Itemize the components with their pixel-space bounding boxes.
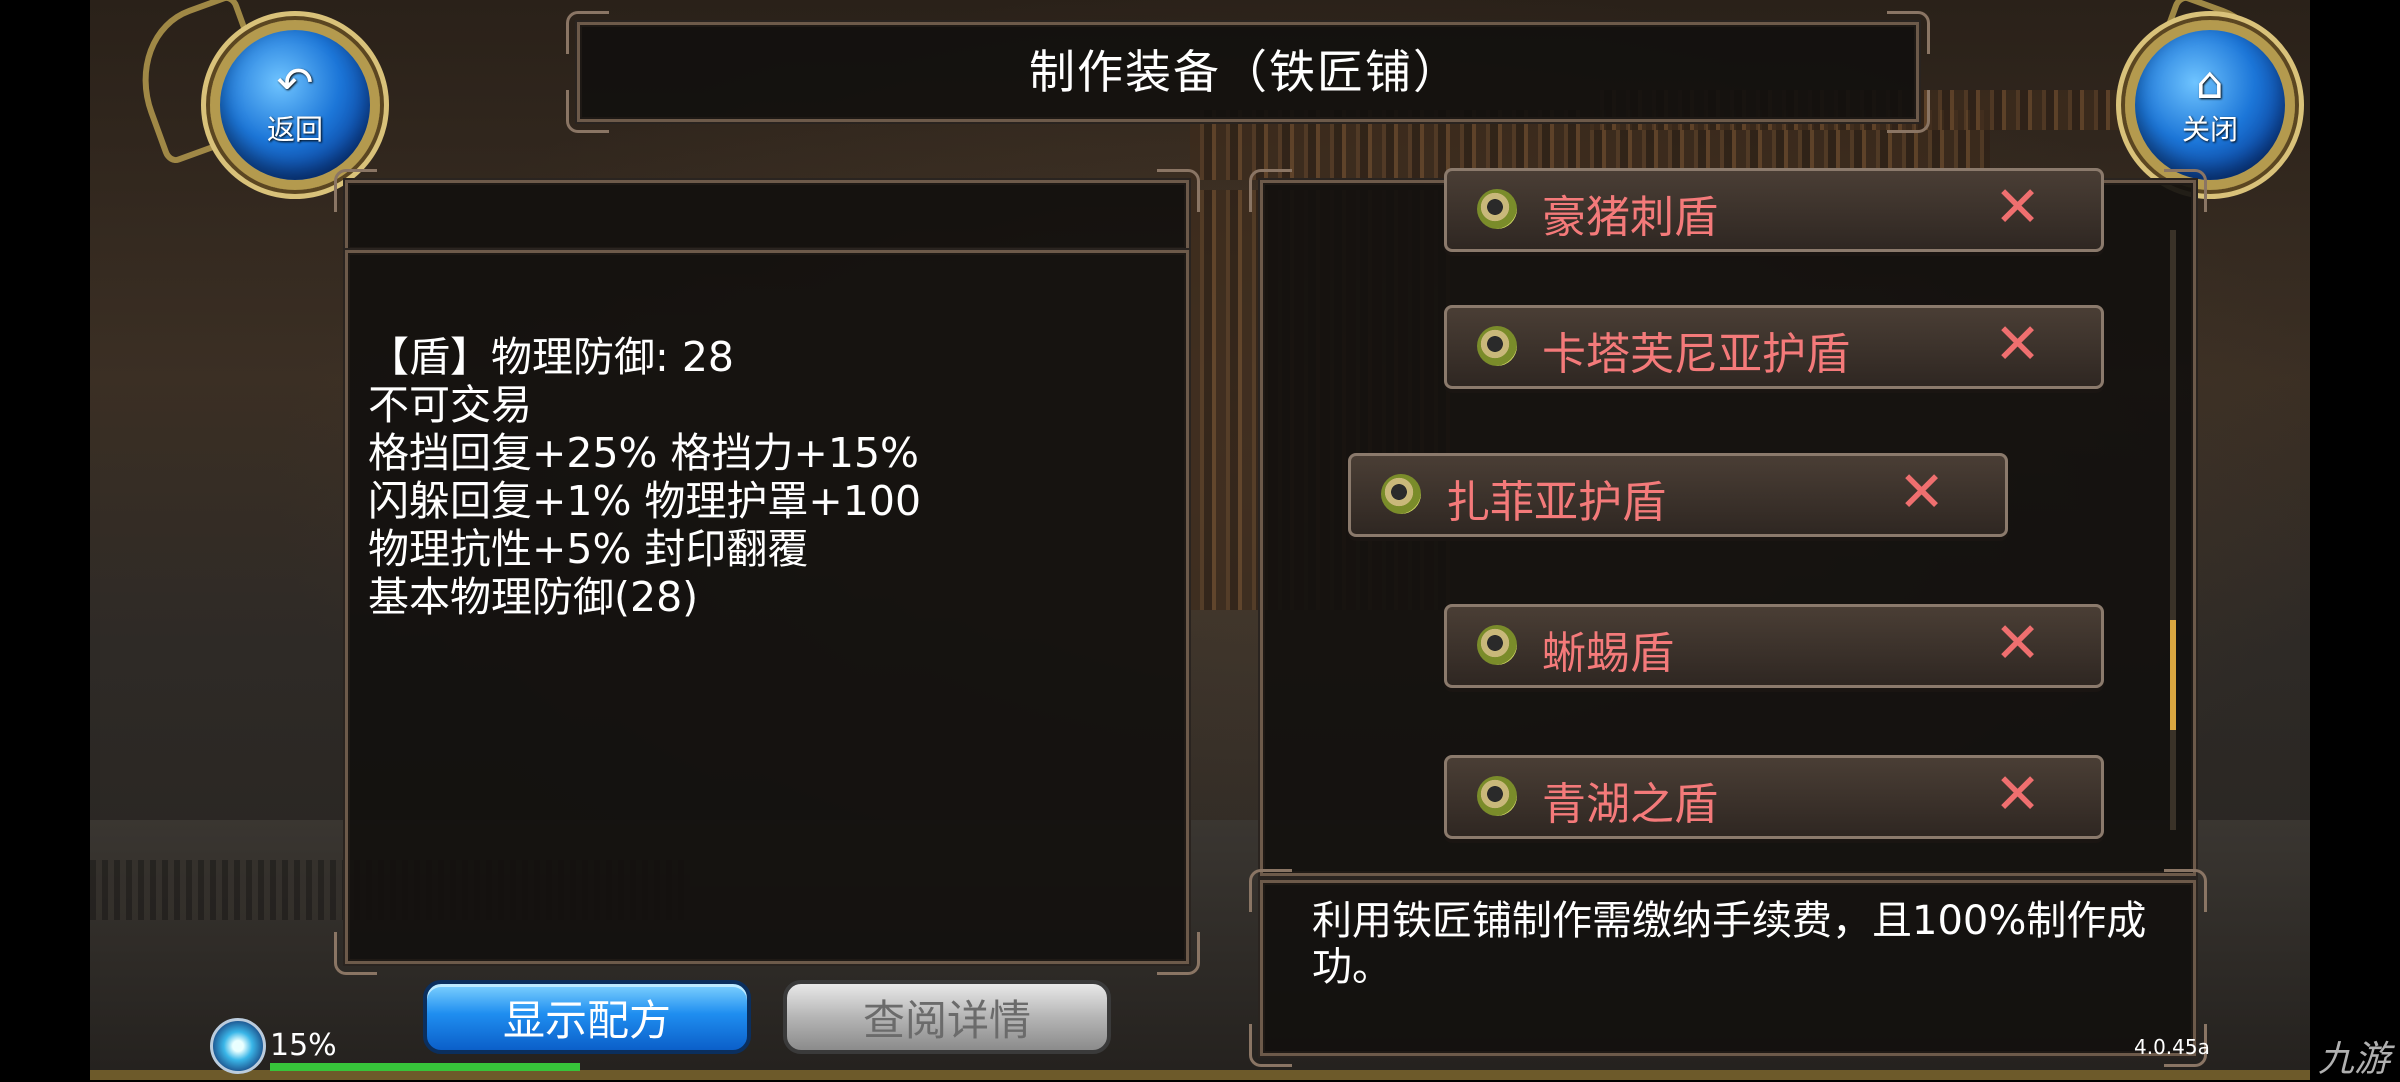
recipe-item-name: 豪猪刺盾	[1542, 192, 1718, 243]
detail-line: 物理抗性+5% 封印翻覆	[368, 525, 809, 573]
exp-percent: 15%	[270, 1028, 337, 1063]
close-button[interactable]: ⌂ 关闭	[2125, 20, 2295, 190]
shield-gem-icon	[1477, 776, 1517, 816]
recipe-item[interactable]: 卡塔芙尼亚护盾 ✕	[1444, 305, 2104, 389]
close-x-icon: ✕	[1994, 175, 2041, 240]
close-x-icon: ✕	[1898, 460, 1945, 525]
recipe-item[interactable]: 蜥蜴盾 ✕	[1444, 604, 2104, 688]
recipe-item[interactable]: 豪猪刺盾 ✕	[1444, 168, 2104, 252]
close-x-icon: ✕	[1994, 762, 2041, 827]
page-title: 制作装备（铁匠铺）	[1029, 45, 1461, 99]
item-name-bar	[334, 169, 1200, 252]
info-text: 利用铁匠铺制作需缴纳手续费，且100%制作成功。	[1312, 898, 2147, 990]
watermark-logo: 九游	[2318, 1039, 2391, 1080]
shield-gem-icon	[1477, 189, 1517, 229]
shield-gem-icon	[1477, 625, 1517, 665]
bottom-status-bar	[90, 1070, 2310, 1080]
detail-line: 闪躲回复+1% 物理护罩+100	[368, 477, 922, 525]
shield-gem-icon	[1477, 326, 1517, 366]
detail-line: 基本物理防御(28)	[368, 573, 699, 621]
shield-gem-icon	[1381, 474, 1421, 514]
detail-line: 格挡回复+25% 格挡力+15%	[368, 429, 919, 477]
close-x-icon: ✕	[1994, 611, 2041, 676]
scrollbar-thumb[interactable]	[2170, 620, 2176, 730]
exp-progress-fill	[270, 1063, 580, 1071]
show-recipe-button[interactable]: 显示配方	[423, 980, 751, 1054]
detail-line: 不可交易	[368, 381, 532, 429]
back-button[interactable]: ↶ 返回	[210, 20, 380, 190]
view-details-button[interactable]: 查阅详情	[783, 980, 1111, 1054]
recipe-item-name: 蜥蜴盾	[1542, 628, 1674, 679]
close-x-icon: ✕	[1994, 312, 2041, 377]
recipe-item-selected[interactable]: 扎菲亚护盾 ✕	[1348, 453, 2008, 537]
scrollbar-track[interactable]	[2170, 230, 2176, 830]
exp-orb-icon	[210, 1018, 266, 1074]
detail-line: 【盾】物理防御: 28	[368, 333, 735, 381]
recipe-item-name: 扎菲亚护盾	[1446, 477, 1666, 528]
recipe-item-name: 卡塔芙尼亚护盾	[1542, 329, 1850, 380]
back-arrow-icon: ↶	[276, 58, 314, 109]
recipe-item-name: 青湖之盾	[1542, 779, 1718, 830]
close-button-label: 关闭	[2181, 113, 2238, 146]
back-button-label: 返回	[266, 113, 323, 146]
item-detail-text: 【盾】物理防御: 28 不可交易 格挡回复+25% 格挡力+15% 闪躲回复+1% 物…	[368, 285, 921, 669]
version-label: 4.0.45a	[2134, 1035, 2210, 1059]
recipe-item[interactable]: 青湖之盾 ✕	[1444, 755, 2104, 839]
home-icon: ⌂	[2196, 58, 2224, 109]
